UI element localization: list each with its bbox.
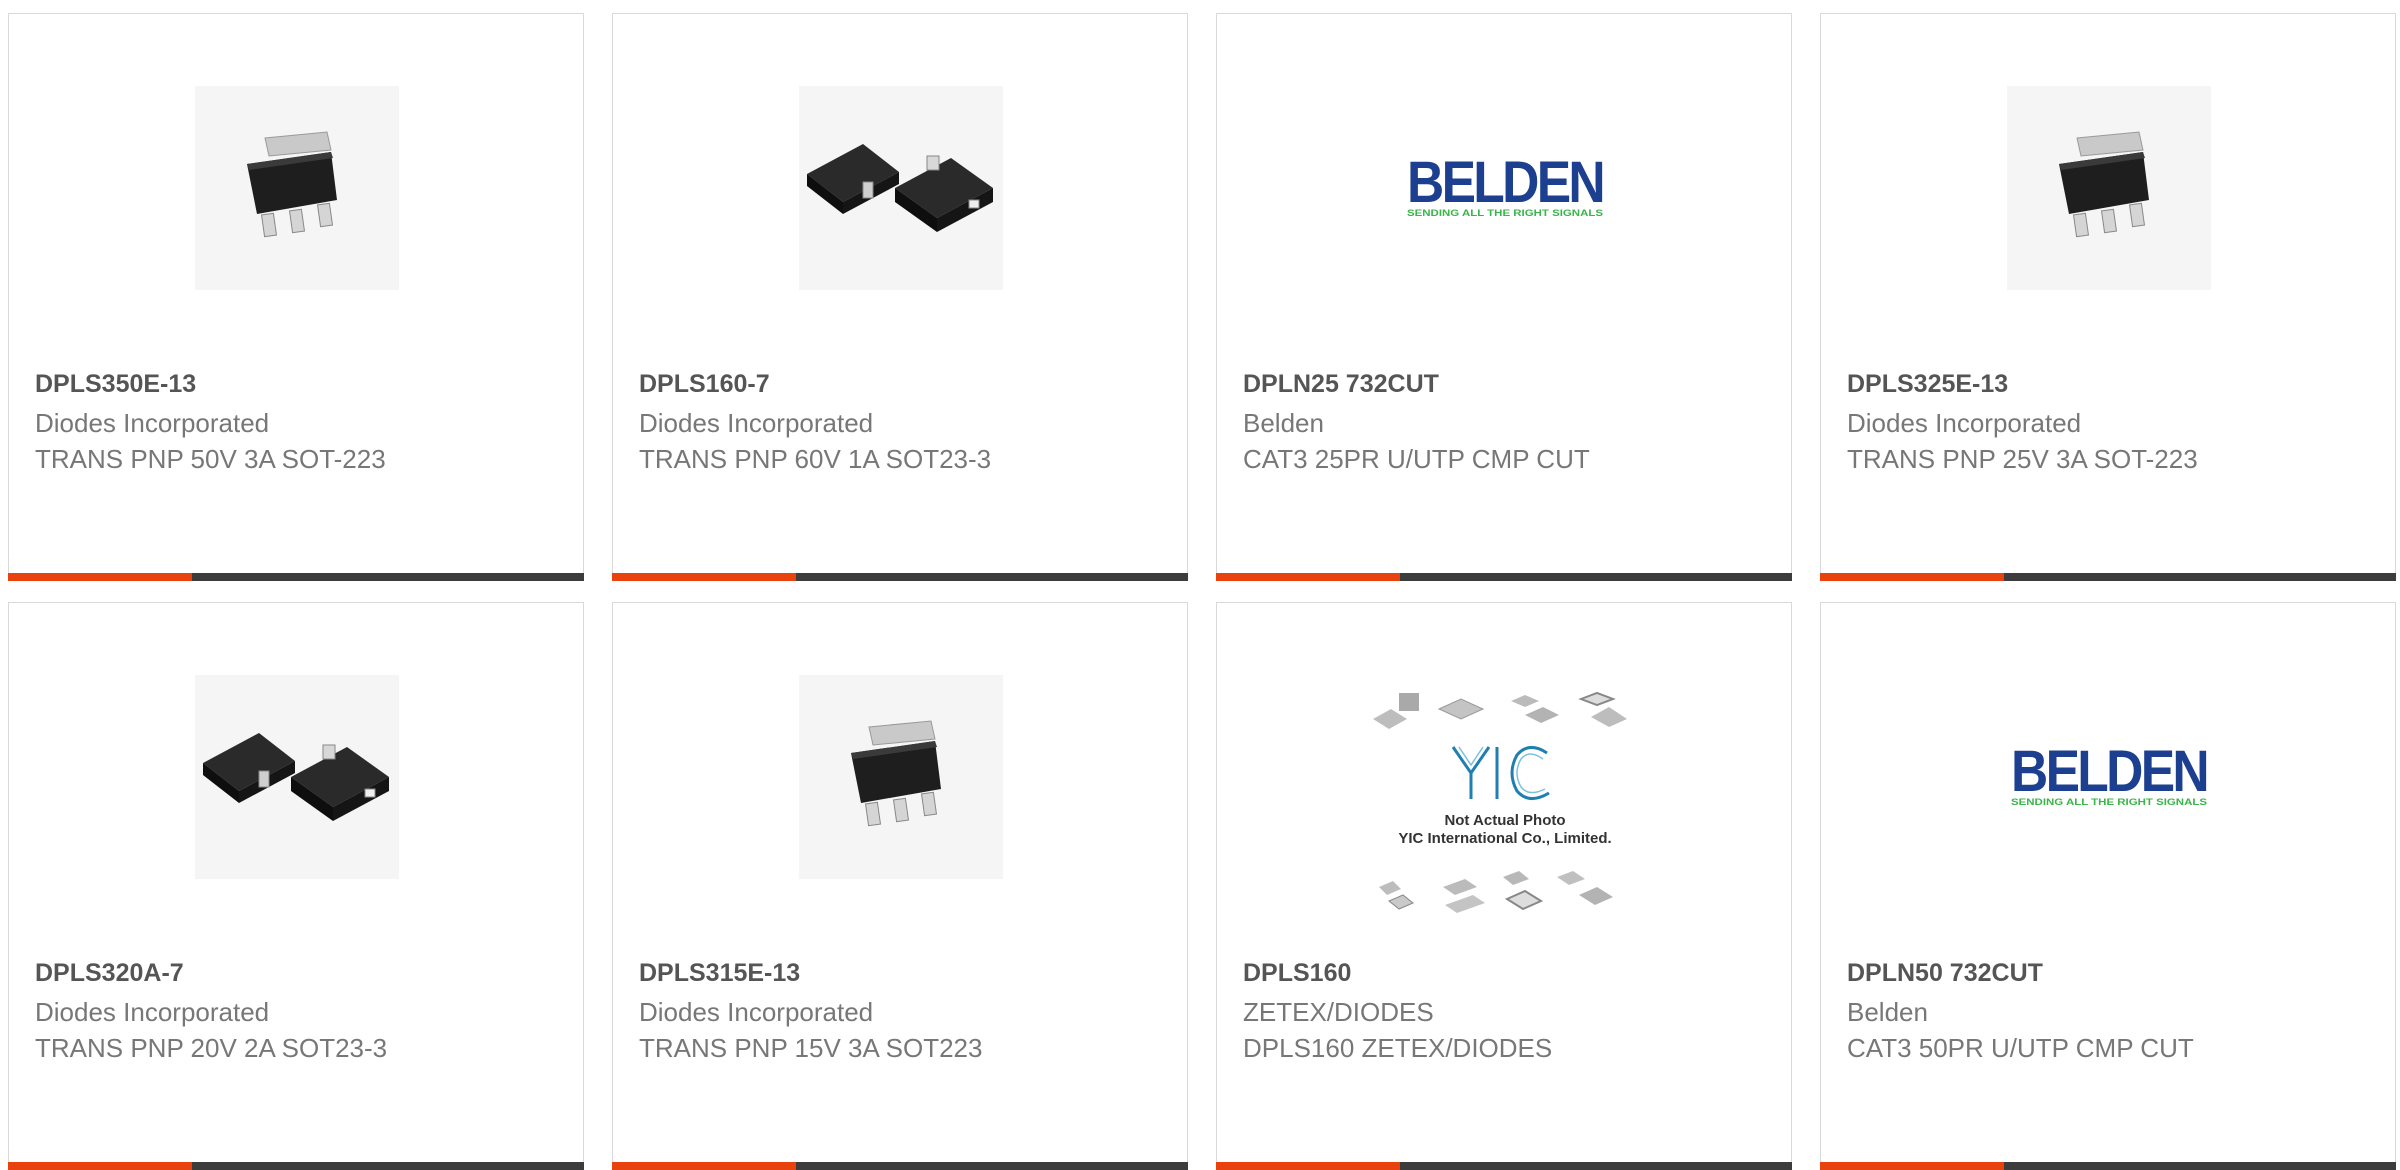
sot223-package-icon (2007, 86, 2211, 290)
svg-text:SENDING ALL THE RIGHT SIGNALS: SENDING ALL THE RIGHT SIGNALS (2011, 797, 2207, 807)
description: DPLS160 ZETEX/DIODES (1243, 1033, 1553, 1063)
product-card[interactable]: DPLS315E-13 Diodes Incorporated TRANS PN… (612, 602, 1188, 1170)
card-footer-bar (1820, 1162, 2396, 1170)
product-image[interactable] (799, 675, 1003, 879)
description: TRANS PNP 15V 3A SOT223 (639, 1033, 983, 1063)
card-footer-bar (1216, 573, 1792, 581)
product-card[interactable]: DPLS325E-13 Diodes Incorporated TRANS PN… (1820, 13, 2396, 581)
card-accent-bar (1820, 1162, 2004, 1170)
card-footer-bar (612, 573, 1188, 581)
belden-logo-icon: BELDEN SENDING ALL THE RIGHT SIGNALS (1403, 86, 1607, 290)
card-accent-bar (612, 1162, 796, 1170)
card-accent-bar (1216, 1162, 1400, 1170)
sot223-package-icon (799, 675, 1003, 879)
part-number[interactable]: DPLS350E-13 (35, 370, 196, 399)
part-number[interactable]: DPLS160 (1243, 959, 1351, 988)
manufacturer: Diodes Incorporated (639, 408, 874, 438)
product-image[interactable]: BELDEN SENDING ALL THE RIGHT SIGNALS (1403, 86, 1607, 290)
description: CAT3 25PR U/UTP CMP CUT (1243, 444, 1590, 474)
description: TRANS PNP 50V 3A SOT-223 (35, 444, 386, 474)
product-grid: DPLS350E-13 Diodes Incorporated TRANS PN… (0, 0, 2400, 1170)
product-card[interactable]: DPLS350E-13 Diodes Incorporated TRANS PN… (8, 13, 584, 581)
part-number[interactable]: DPLS315E-13 (639, 959, 800, 988)
sot23-package-icon (799, 86, 1003, 290)
card-accent-bar (612, 573, 796, 581)
card-accent-bar (8, 573, 192, 581)
card-accent-bar (1820, 573, 2004, 581)
product-image[interactable]: Not Actual Photo YIC International Co., … (1369, 691, 1641, 931)
product-image[interactable]: BELDEN SENDING ALL THE RIGHT SIGNALS (2007, 675, 2211, 879)
card-footer-bar (612, 1162, 1188, 1170)
yic-placeholder-icon: Not Actual Photo YIC International Co., … (1369, 691, 1641, 931)
manufacturer: Belden (1243, 408, 1324, 438)
card-accent-bar (1216, 573, 1400, 581)
card-accent-bar (8, 1162, 192, 1170)
product-card[interactable]: DPLS320A-7 Diodes Incorporated TRANS PNP… (8, 602, 584, 1170)
part-number[interactable]: DPLN25 732CUT (1243, 370, 1439, 399)
svg-text:Not Actual Photo: Not Actual Photo (1444, 812, 1565, 829)
product-image[interactable] (195, 86, 399, 290)
card-footer-bar (1820, 573, 2396, 581)
manufacturer: Diodes Incorporated (639, 997, 874, 1027)
svg-text:SENDING ALL THE RIGHT SIGNALS: SENDING ALL THE RIGHT SIGNALS (1407, 208, 1603, 218)
product-card[interactable]: Not Actual Photo YIC International Co., … (1216, 602, 1792, 1170)
product-image[interactable] (799, 86, 1003, 290)
part-number[interactable]: DPLS160-7 (639, 370, 770, 399)
sot23-package-icon (195, 675, 399, 879)
card-footer-bar (1216, 1162, 1792, 1170)
manufacturer: Diodes Incorporated (35, 997, 270, 1027)
product-card[interactable]: BELDEN SENDING ALL THE RIGHT SIGNALS DPL… (1820, 602, 2396, 1170)
part-number[interactable]: DPLN50 732CUT (1847, 959, 2043, 988)
description: TRANS PNP 20V 2A SOT23-3 (35, 1033, 388, 1063)
sot223-package-icon (195, 86, 399, 290)
svg-text:YIC International Co., Limited: YIC International Co., Limited. (1398, 830, 1611, 847)
card-footer-bar (8, 1162, 584, 1170)
description: TRANS PNP 25V 3A SOT-223 (1847, 444, 2198, 474)
description: TRANS PNP 60V 1A SOT23-3 (639, 444, 992, 474)
manufacturer: Diodes Incorporated (1847, 408, 2082, 438)
description: CAT3 50PR U/UTP CMP CUT (1847, 1033, 2194, 1063)
svg-text:BELDEN: BELDEN (2011, 739, 2207, 804)
belden-logo-icon: BELDEN SENDING ALL THE RIGHT SIGNALS (2007, 675, 2211, 879)
product-card[interactable]: BELDEN SENDING ALL THE RIGHT SIGNALS DPL… (1216, 13, 1792, 581)
svg-text:BELDEN: BELDEN (1407, 150, 1603, 215)
product-card[interactable]: DPLS160-7 Diodes Incorporated TRANS PNP … (612, 13, 1188, 581)
manufacturer: Belden (1847, 997, 1928, 1027)
part-number[interactable]: DPLS320A-7 (35, 959, 184, 988)
product-image[interactable] (2007, 86, 2211, 290)
manufacturer: Diodes Incorporated (35, 408, 270, 438)
manufacturer: ZETEX/DIODES (1243, 997, 1434, 1027)
product-image[interactable] (195, 675, 399, 879)
part-number[interactable]: DPLS325E-13 (1847, 370, 2008, 399)
card-footer-bar (8, 573, 584, 581)
